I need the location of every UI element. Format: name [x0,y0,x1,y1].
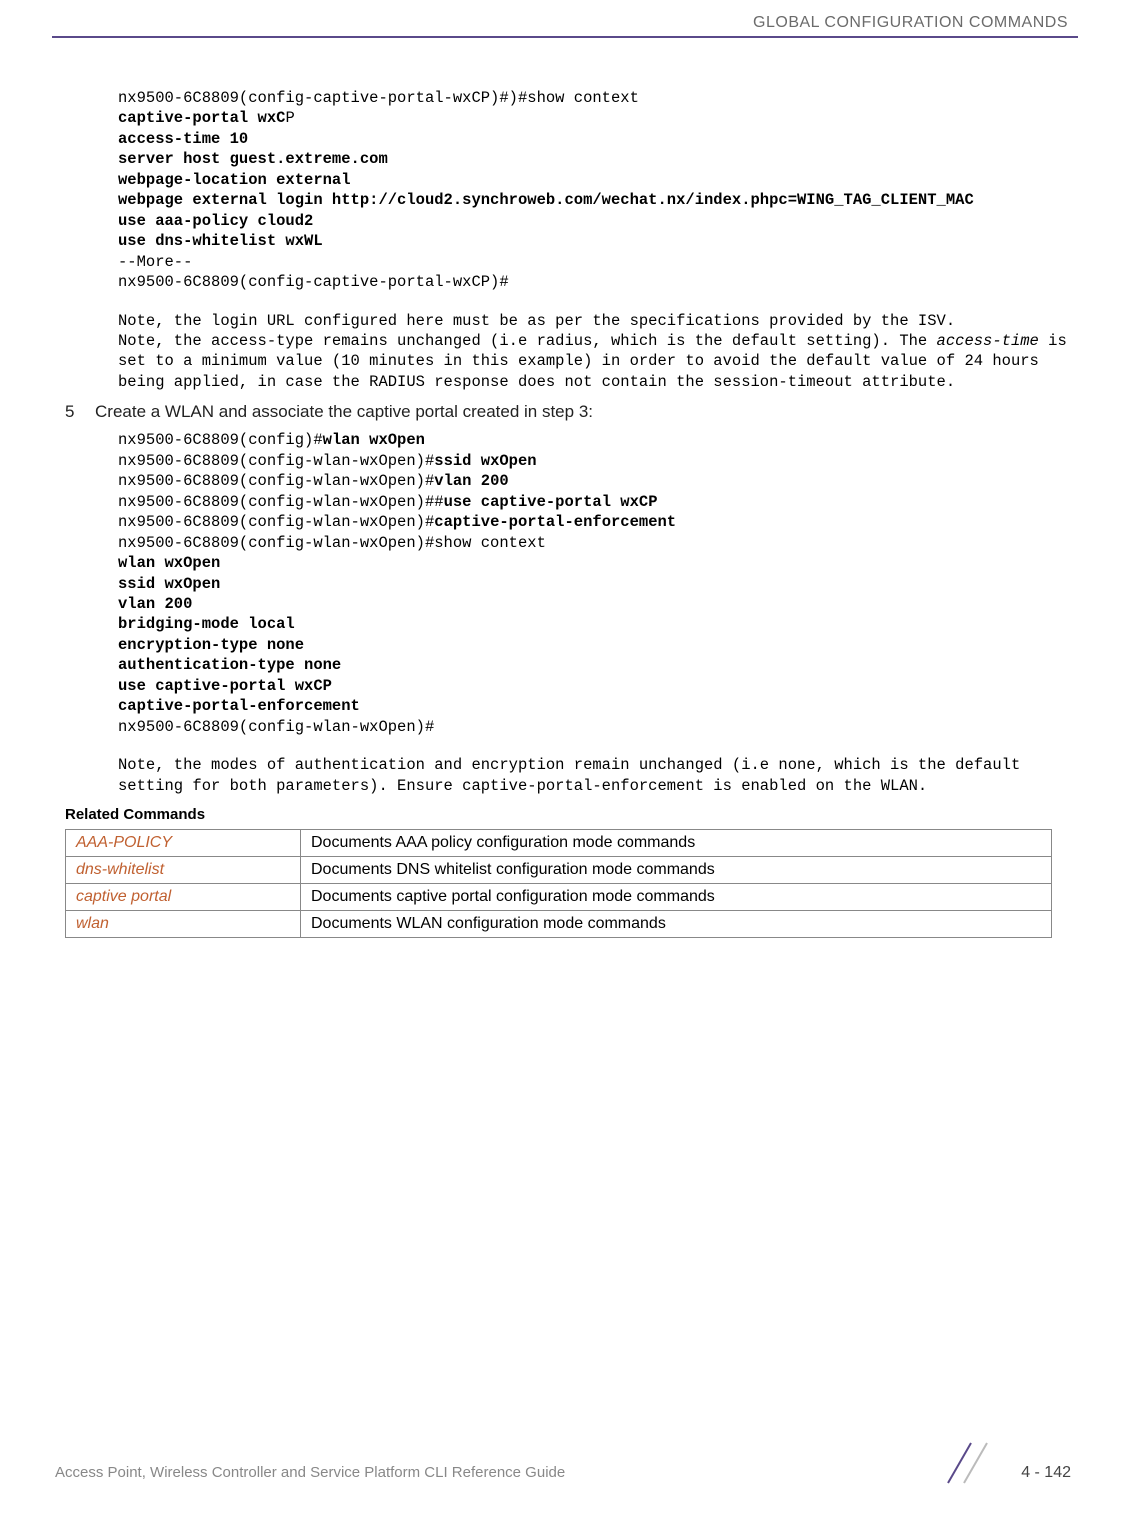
step-number: 5 [65,402,85,422]
code-line-bold: authentication-type none [118,656,341,674]
code-line-bold: vlan 200 [118,595,192,613]
code-line: nx9500-6C8809(config-captive-portal-wxCP… [118,273,509,291]
code-line-bold: ssid wxOpen [118,575,220,593]
page-content: nx9500-6C8809(config-captive-portal-wxCP… [0,38,1126,938]
code-line-bold: use aaa-policy cloud2 [118,212,313,230]
page-number: 4 - 142 [1021,1464,1071,1482]
code-line: --More-- [118,253,192,271]
code-line-bold: use captive-portal wxCP [444,493,658,511]
header-title: GLOBAL CONFIGURATION COMMANDS [753,14,1068,31]
step-text: Create a WLAN and associate the captive … [95,402,593,422]
code-line-bold: webpage-location external [118,171,351,189]
code-line: nx9500-6C8809(config-wlan-wxOpen)## [118,493,444,511]
related-command-link[interactable]: captive portal [66,884,301,911]
code-line: nx9500-6C8809(config-wlan-wxOpen)#show c… [118,534,546,552]
table-row: captive portal Documents captive portal … [66,884,1052,911]
related-commands-table: AAA-POLICY Documents AAA policy configur… [65,829,1052,938]
note-text: Note, the modes of authentication and en… [118,756,1030,794]
related-command-desc: Documents DNS whitelist configuration mo… [301,857,1052,884]
related-command-desc: Documents AAA policy configuration mode … [301,830,1052,857]
code-line: P [285,109,294,127]
footer-text: Access Point, Wireless Controller and Se… [55,1464,565,1481]
code-line-bold: access-time 10 [118,130,248,148]
code-line: nx9500-6C8809(config-wlan-wxOpen)# [118,513,434,531]
code-line-bold: wlan wxOpen [118,554,220,572]
code-line-bold: captive-portal-enforcement [118,697,360,715]
code-line-bold: encryption-type none [118,636,304,654]
related-commands-heading: Related Commands [65,806,1071,823]
page-footer: Access Point, Wireless Controller and Se… [0,1464,1126,1482]
related-command-desc: Documents captive portal configuration m… [301,884,1052,911]
code-line: nx9500-6C8809(config-wlan-wxOpen)# [118,718,434,736]
related-command-link[interactable]: dns-whitelist [66,857,301,884]
code-line: nx9500-6C8809(config)# [118,431,323,449]
code-line-bold: use captive-portal wxCP [118,677,332,695]
note-block-2: Note, the modes of authentication and en… [118,755,1071,796]
code-line-bold: wlan wxOpen [323,431,425,449]
table-row: AAA-POLICY Documents AAA policy configur… [66,830,1052,857]
page-header: GLOBAL CONFIGURATION COMMANDS [0,0,1126,36]
code-block-1: nx9500-6C8809(config-captive-portal-wxCP… [118,88,1071,293]
table-row: dns-whitelist Documents DNS whitelist co… [66,857,1052,884]
related-command-link[interactable]: AAA-POLICY [66,830,301,857]
table-row: wlan Documents WLAN configuration mode c… [66,911,1052,938]
code-line: nx9500-6C8809(config-wlan-wxOpen)# [118,472,434,490]
note-italic: access-time [937,332,1039,350]
related-command-link[interactable]: wlan [66,911,301,938]
code-line: nx9500-6C8809(config-captive-portal-wxCP… [118,89,639,107]
code-line-bold: use dns-whitelist wxWL [118,232,323,250]
code-line-bold: captive-portal-enforcement [434,513,676,531]
related-command-desc: Documents WLAN configuration mode comman… [301,911,1052,938]
footer-slash-icon [936,1438,996,1488]
code-line-bold: vlan 200 [434,472,508,490]
code-line-bold: bridging-mode local [118,615,295,633]
code-block-2: nx9500-6C8809(config)#wlan wxOpen nx9500… [118,430,1071,737]
note-text: Note, the login URL configured here must… [118,312,955,330]
note-text: Note, the access-type remains unchanged … [118,332,937,350]
code-line-bold: captive-portal wxC [118,109,285,127]
code-line-bold: server host guest.extreme.com [118,150,388,168]
code-line-bold: ssid wxOpen [434,452,536,470]
code-line: nx9500-6C8809(config-wlan-wxOpen)# [118,452,434,470]
note-block-1: Note, the login URL configured here must… [118,311,1071,393]
code-line-bold: webpage external login http://cloud2.syn… [118,191,974,209]
step-5: 5 Create a WLAN and associate the captiv… [65,402,1071,422]
